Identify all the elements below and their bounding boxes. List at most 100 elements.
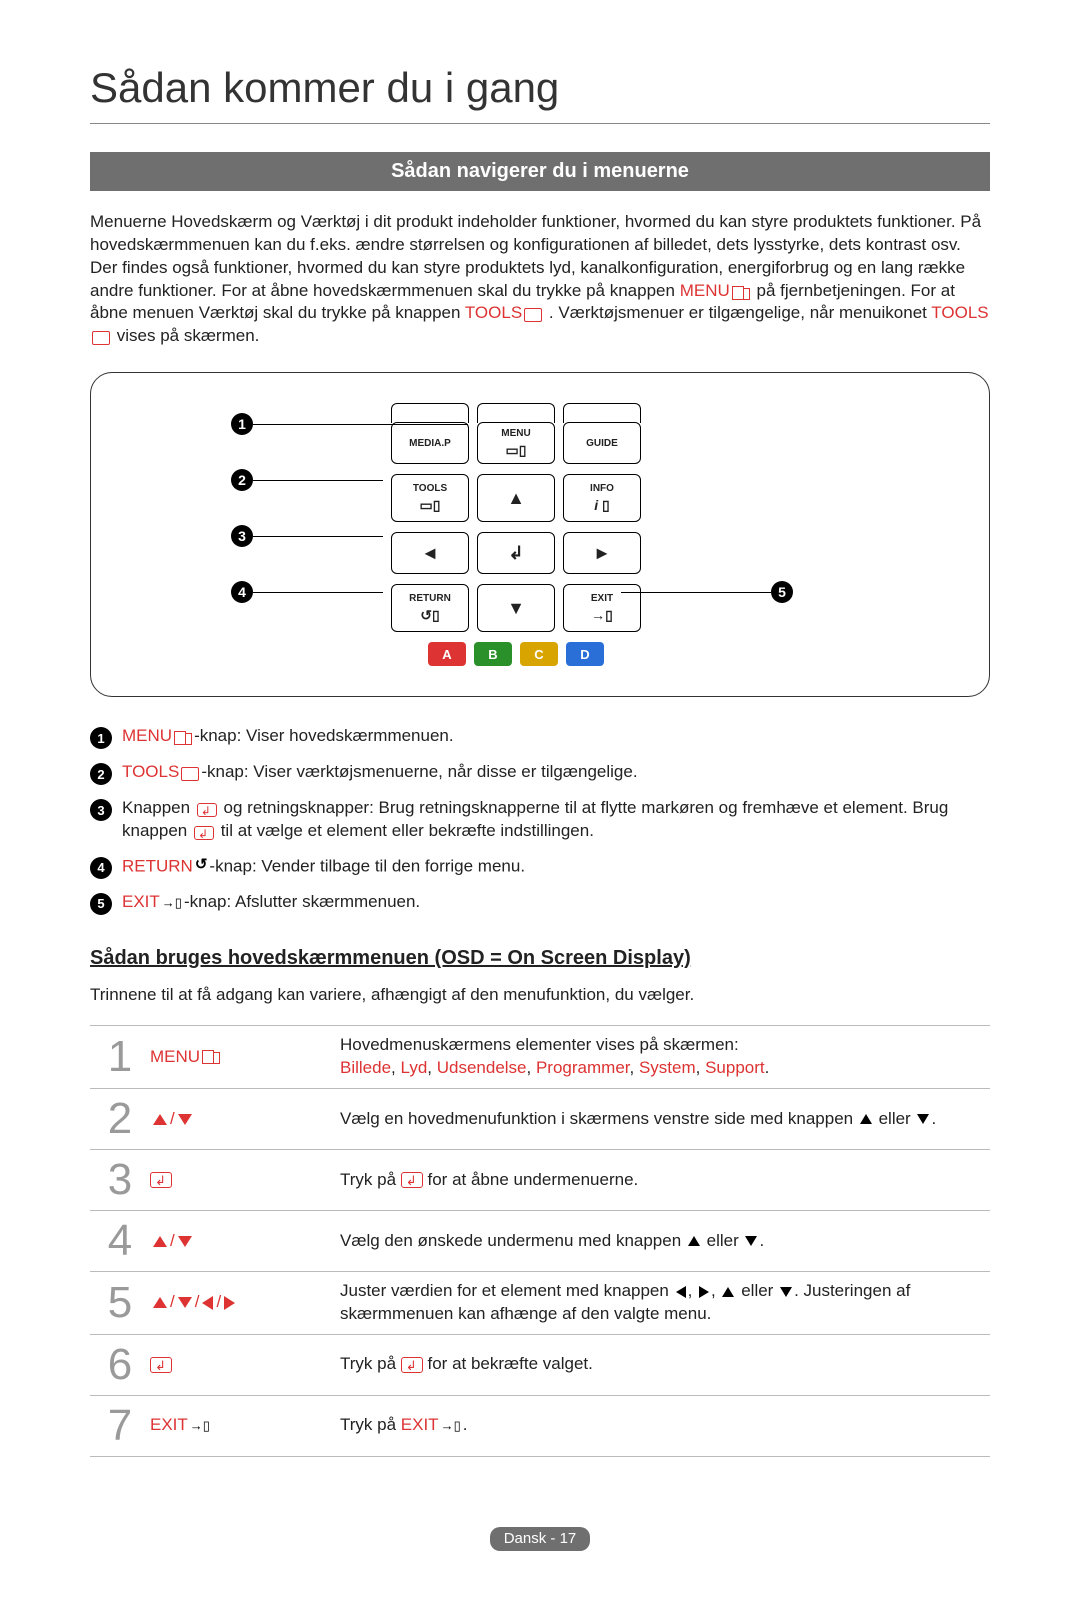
remote-btn-return: RETURN↺▯ <box>391 584 469 632</box>
exit-label: EXIT <box>122 892 160 911</box>
menu-icon <box>202 1050 220 1064</box>
arrow-down-icon <box>178 1236 192 1247</box>
desc-text: -knap: Afslutter skærmmenuen. <box>184 892 420 911</box>
return-icon: ↺ <box>195 855 208 875</box>
callout-4: 4 <box>231 581 253 603</box>
tools-label-2: TOOLS <box>931 303 988 322</box>
step-key: EXIT→▯ <box>150 1414 340 1437</box>
menu-item: Udsendelse <box>437 1058 527 1077</box>
desc-text: -knap: Viser værktøjsmenuerne, når disse… <box>201 762 637 781</box>
page-footer: Dansk - 17 <box>90 1527 990 1551</box>
tools-label: TOOLS <box>122 762 179 781</box>
footer-page: 17 <box>560 1530 577 1547</box>
menu-label: MENU <box>122 726 172 745</box>
desc-num: 1 <box>90 727 112 749</box>
step-desc: Vælg en hovedmenufunktion i skærmens ven… <box>340 1108 990 1131</box>
arrow-up-icon <box>688 1236 700 1246</box>
exit-icon: →▯ <box>190 1417 210 1435</box>
enter-icon <box>150 1357 172 1373</box>
tools-icon <box>181 767 199 781</box>
desc-text-a: Knappen <box>122 798 195 817</box>
arrow-up-icon <box>860 1114 872 1124</box>
enter-icon <box>197 803 217 817</box>
remote-color-b: B <box>474 642 512 666</box>
arrow-down-icon <box>178 1297 192 1308</box>
step-number: 3 <box>90 1158 150 1202</box>
intro-text-3: . Værktøjsmenuer er tilgængelige, når me… <box>549 303 931 322</box>
step-row-3: 3 Tryk på for at åbne undermenuerne. <box>90 1150 990 1211</box>
arrow-down-icon <box>780 1287 792 1297</box>
step-key: / <box>150 1230 340 1253</box>
remote-btn-left: ◄ <box>391 532 469 574</box>
enter-icon <box>150 1172 172 1188</box>
section-heading-bar: Sådan navigerer du i menuerne <box>90 152 990 191</box>
remote-btn-right: ► <box>563 532 641 574</box>
intro-text-4: vises på skærmen. <box>117 326 260 345</box>
remote-btn-guide: GUIDE <box>563 422 641 464</box>
desc-item-4: 4 RETURN↺-knap: Vender tilbage til den f… <box>90 855 990 879</box>
tools-icon <box>524 308 542 322</box>
step-key: / / / <box>150 1291 340 1314</box>
exit-icon: →▯ <box>162 894 182 912</box>
arrow-left-icon <box>202 1296 213 1310</box>
step-desc: Tryk på for at åbne undermenuerne. <box>340 1169 990 1192</box>
menu-icon <box>732 286 750 300</box>
step-number: 7 <box>90 1404 150 1448</box>
remote-color-c: C <box>520 642 558 666</box>
desc-item-5: 5 EXIT→▯-knap: Afslutter skærmmenuen. <box>90 891 990 915</box>
tools-icon <box>92 331 110 345</box>
desc-text-c: til at vælge et element eller bekræfte i… <box>221 821 594 840</box>
arrow-up-icon <box>153 1236 167 1247</box>
step-row-4: 4 / Vælg den ønskede undermenu med knapp… <box>90 1211 990 1272</box>
enter-icon <box>194 826 214 840</box>
arrow-up-icon <box>153 1297 167 1308</box>
step-number: 2 <box>90 1097 150 1141</box>
desc-num: 3 <box>90 799 112 821</box>
desc-num: 4 <box>90 857 112 879</box>
page-title: Sådan kommer du i gang <box>90 60 990 124</box>
step-number: 4 <box>90 1219 150 1263</box>
tools-label: TOOLS <box>465 303 522 322</box>
remote-btn-up: ▲ <box>477 474 555 522</box>
remote-color-a: A <box>428 642 466 666</box>
step-desc: Hovedmenuskærmens elementer vises på skæ… <box>340 1034 990 1080</box>
arrow-up-icon <box>722 1287 734 1297</box>
menu-item: Lyd <box>401 1058 428 1077</box>
remote-color-d: D <box>566 642 604 666</box>
callout-3: 3 <box>231 525 253 547</box>
menu-item: System <box>639 1058 696 1077</box>
remote-btn-enter: ↲ <box>477 532 555 574</box>
exit-icon: →▯ <box>441 1417 461 1435</box>
step-key <box>150 1357 340 1373</box>
step-key <box>150 1172 340 1188</box>
step-row-7: 7 EXIT→▯ Tryk på EXIT→▯. <box>90 1396 990 1457</box>
menu-item: Billede <box>340 1058 391 1077</box>
menu-label: MENU <box>680 281 730 300</box>
desc-num: 5 <box>90 893 112 915</box>
step-row-1: 1 MENU Hovedmenuskærmens elementer vises… <box>90 1026 990 1089</box>
sub-heading: Sådan bruges hovedskærmmenuen (OSD = On … <box>90 945 990 972</box>
desc-item-3: 3 Knappen og retningsknapper: Brug retni… <box>90 797 990 843</box>
arrow-down-icon <box>745 1236 757 1246</box>
arrow-down-icon <box>917 1114 929 1124</box>
callout-1: 1 <box>231 413 253 435</box>
step-number: 6 <box>90 1343 150 1387</box>
arrow-right-icon <box>224 1296 235 1310</box>
enter-icon <box>401 1357 423 1373</box>
intro-paragraph: Menuerne Hovedskærm og Værktøj i dit pro… <box>90 211 990 349</box>
step-number: 5 <box>90 1281 150 1325</box>
step-desc: Tryk på for at bekræfte valget. <box>340 1353 990 1376</box>
remote-btn-tools: TOOLS▭▯ <box>391 474 469 522</box>
desc-text: -knap: Viser hovedskærmmenuen. <box>194 726 454 745</box>
desc-num: 2 <box>90 763 112 785</box>
footer-lang: Dansk <box>504 1530 547 1547</box>
menu-icon <box>174 731 192 745</box>
return-label: RETURN <box>122 856 193 875</box>
desc-text: -knap: Vender tilbage til den forrige me… <box>209 856 525 875</box>
enter-icon <box>401 1172 423 1188</box>
step-desc: Vælg den ønskede undermenu med knappen e… <box>340 1230 990 1253</box>
callout-2: 2 <box>231 469 253 491</box>
step-row-2: 2 / Vælg en hovedmenufunktion i skærmens… <box>90 1089 990 1150</box>
step-key: / <box>150 1108 340 1131</box>
step-key: MENU <box>150 1046 340 1069</box>
